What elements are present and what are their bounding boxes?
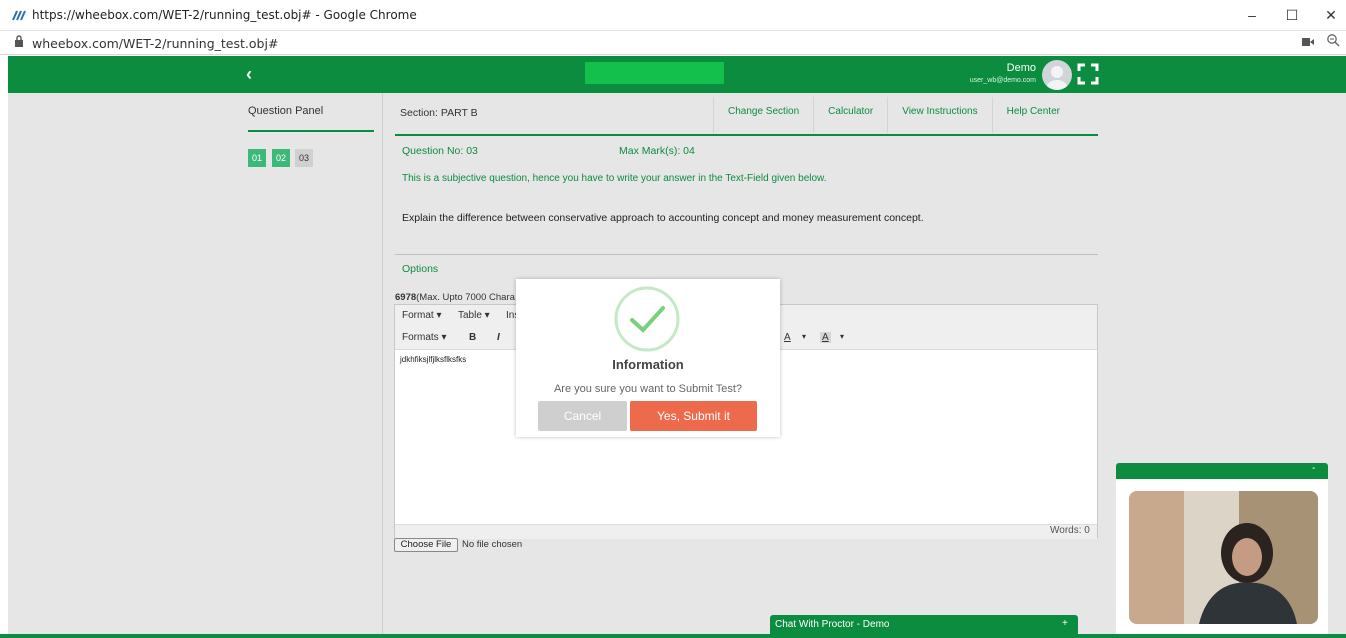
format-menu[interactable]: Format ▾ — [402, 310, 441, 321]
proctor-chat-label[interactable]: Chat With Proctor - Demo — [775, 619, 889, 630]
check-icon — [614, 286, 680, 352]
section-divider — [395, 134, 1098, 136]
view-instructions-button[interactable]: View Instructions — [887, 97, 991, 133]
char-limit: (Max. Upto 7000 Chara — [416, 292, 515, 303]
question-nav-01[interactable]: 01 — [248, 149, 266, 167]
camera-in-use-icon[interactable] — [1302, 38, 1314, 46]
dialog-message: Are you sure you want to Submit Test? — [553, 383, 743, 395]
minimize-button[interactable]: – — [1237, 4, 1267, 26]
table-menu[interactable]: Table ▾ — [458, 310, 490, 321]
question-text: Explain the difference between conservat… — [402, 212, 924, 224]
word-count: Words: 0 — [1050, 525, 1090, 536]
help-center-button[interactable]: Help Center — [991, 97, 1074, 133]
max-marks: Max Mark(s): 04 — [619, 145, 695, 157]
chat-expand-button[interactable]: + — [1062, 618, 1068, 629]
user-email: user_wb@demo.com — [969, 77, 1036, 84]
dialog-title: Information — [612, 357, 684, 372]
change-section-button[interactable]: Change Section — [713, 97, 813, 133]
browser-window-title: https://wheebox.com/WET-2/running_test.o… — [32, 8, 417, 22]
submit-test-button[interactable]: Yes, Submit it — [630, 401, 757, 431]
brand-logo-placeholder — [585, 62, 724, 84]
file-status: No file chosen — [462, 539, 523, 550]
background-color-button[interactable]: A — [820, 332, 831, 343]
italic-button[interactable]: I — [497, 332, 500, 343]
zoom-icon[interactable] — [1326, 33, 1340, 47]
question-panel-divider — [248, 130, 374, 132]
calculator-button[interactable]: Calculator — [813, 97, 887, 133]
char-count-value: 6978 — [395, 292, 417, 303]
editor-statusbar — [395, 524, 1097, 539]
section-tabs: Change Section Calculator View Instructi… — [713, 97, 1074, 133]
question-panel-title: Question Panel — [248, 105, 324, 117]
maximize-button[interactable]: ☐ — [1277, 4, 1307, 26]
background-color-dropdown[interactable]: ▾ — [840, 332, 844, 341]
lock-icon[interactable] — [14, 35, 24, 48]
section-label: Section: PART B — [400, 107, 478, 119]
back-chevron-icon[interactable]: ‹ — [246, 64, 252, 85]
fullscreen-icon[interactable] — [1077, 63, 1099, 85]
url-text[interactable]: wheebox.com/WET-2/running_test.obj# — [32, 36, 278, 51]
footer-bar — [0, 634, 1346, 638]
question-note: This is a subjective question, hence you… — [402, 173, 827, 184]
webcam-header — [1116, 463, 1328, 479]
question-nav-02[interactable]: 02 — [272, 149, 290, 167]
cancel-button[interactable]: Cancel — [538, 401, 627, 431]
user-name: Demo — [1006, 62, 1036, 74]
bold-button[interactable]: B — [469, 332, 476, 343]
options-label: Options — [402, 263, 439, 275]
text-color-button[interactable]: A — [784, 332, 791, 343]
wheebox-favicon-icon — [12, 10, 26, 21]
question-nav-03[interactable]: 03 — [295, 149, 313, 167]
webcam-minimize-button[interactable]: - — [1312, 463, 1315, 474]
answer-text[interactable]: jdkhfiksjlfjlksflksfks — [400, 355, 466, 364]
formats-dropdown[interactable]: Formats ▾ — [402, 332, 446, 343]
text-color-dropdown[interactable]: ▾ — [802, 332, 806, 341]
char-count: 6978(Max. Upto 7000 Chara — [395, 292, 515, 303]
question-panel — [240, 93, 383, 638]
question-number: Question No: 03 — [402, 145, 478, 157]
question-divider — [395, 254, 1098, 255]
close-window-button[interactable]: ✕ — [1316, 4, 1346, 26]
choose-file-button[interactable]: Choose File — [394, 538, 458, 552]
user-avatar-icon — [1046, 66, 1068, 90]
webcam-video — [1129, 491, 1318, 624]
avatar[interactable] — [1042, 60, 1072, 90]
